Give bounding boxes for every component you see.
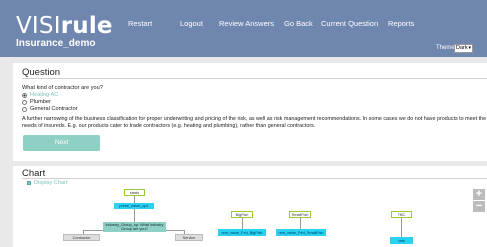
theme-select[interactable]: Dark <box>454 44 473 53</box>
nav-go-back[interactable]: Go Back <box>284 19 313 28</box>
next-button[interactable]: Next <box>23 135 100 151</box>
app-header: VISIrule Insurance_demo Restart Logout R… <box>0 0 487 57</box>
chart-node-tbc-value[interactable]: rate <box>390 237 413 244</box>
checkbox-icon[interactable] <box>27 181 31 185</box>
chart-panel: Chart Display Chart starts prime_value_o… <box>13 166 487 247</box>
radio-icon[interactable] <box>22 106 27 112</box>
nav-logout[interactable]: Logout <box>180 19 203 28</box>
chart-node-prime[interactable]: prime_value_op1 <box>114 203 154 209</box>
chart-node-contractor[interactable]: Contractor <box>63 234 100 241</box>
chart-node-tbc[interactable]: TBC <box>391 211 412 218</box>
question-prompt: What kind of contractor are you? <box>22 85 103 91</box>
theme-label: Theme <box>436 45 455 51</box>
visirule-logo: VISIrule <box>16 13 113 39</box>
chart-node-start[interactable]: starts <box>124 189 145 196</box>
chart-node-bigfish-value[interactable]: rein_value_Fed_BigFish <box>218 229 266 236</box>
chart-node-service[interactable]: Service <box>175 234 203 241</box>
app-name: Insurance_demo <box>16 38 96 49</box>
chart-node-bigfish[interactable]: BigFish <box>231 211 253 218</box>
radio-icon[interactable] <box>22 99 27 105</box>
zoom-in-icon[interactable]: + <box>473 189 485 200</box>
chart-edge <box>134 209 135 222</box>
divider <box>22 78 487 79</box>
divider <box>22 178 487 179</box>
nav-review-answers[interactable]: Review Answers <box>219 19 274 28</box>
nav-reports[interactable]: Reports <box>388 19 414 28</box>
question-panel: Question What kind of contractor are you… <box>13 63 487 161</box>
display-chart-checkbox[interactable]: Display Chart <box>27 180 68 186</box>
option-plumber[interactable]: Plumber <box>22 99 51 105</box>
chart-edge <box>242 218 243 229</box>
chart-edge <box>300 218 301 229</box>
chart-node-smallfish-value[interactable]: rein_value_Fed_SmallFish <box>276 229 326 236</box>
question-description: A further narrowing of the business clas… <box>22 116 487 129</box>
nav-current-question[interactable]: Current Question <box>321 19 378 28</box>
option-heating-ac[interactable]: Heating AC <box>22 92 58 98</box>
option-general-contractor[interactable]: General Contractor <box>22 106 78 112</box>
chart-node-smallfish[interactable]: SmallFish <box>289 211 311 218</box>
chart-edge <box>134 196 135 203</box>
chart-node-industry[interactable]: Industry_Group_op: What Industry Group a… <box>103 222 166 232</box>
zoom-out-icon[interactable]: − <box>473 201 485 212</box>
radio-icon[interactable] <box>22 92 27 98</box>
chart-edge <box>401 218 402 237</box>
nav-restart[interactable]: Restart <box>128 19 152 28</box>
question-heading: Question <box>22 67 61 78</box>
